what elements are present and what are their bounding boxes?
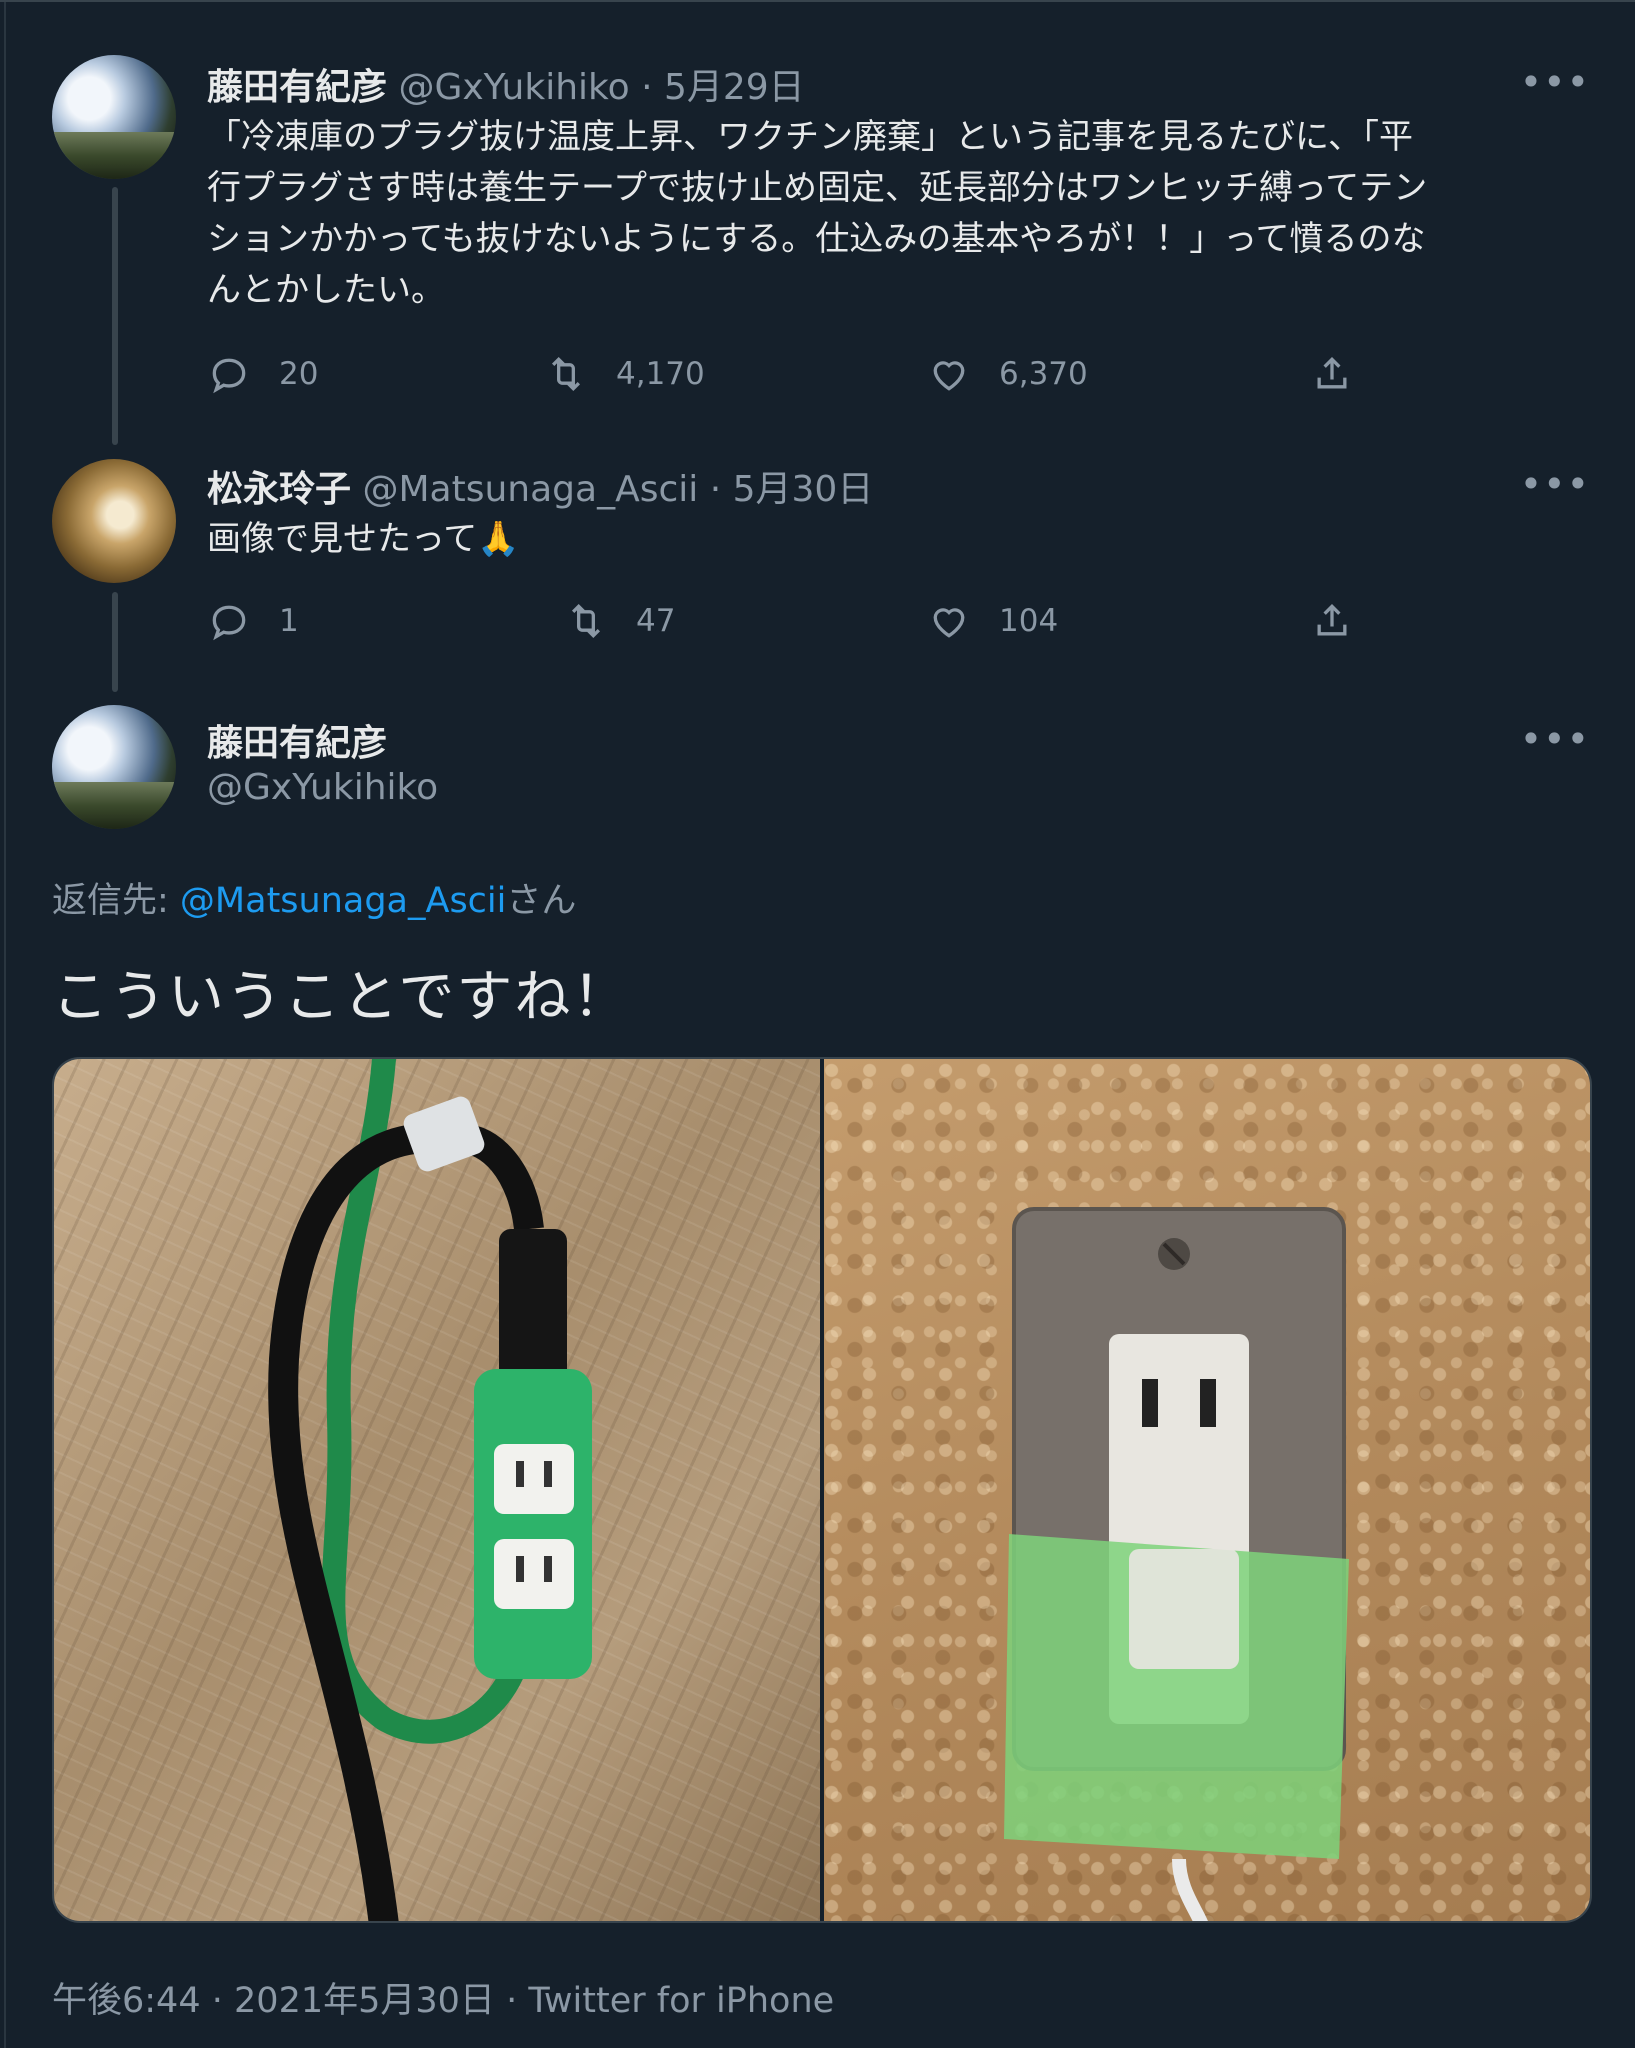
tweet-text: 画像で見せたって🙏 (207, 519, 520, 559)
reply-button[interactable]: 20 (207, 352, 318, 396)
reply-count: 1 (279, 603, 299, 639)
separator-dot: · (211, 1981, 223, 2021)
tweet-text: 「冷凍庫のプラグ抜け温度上昇、ワクチン廃棄」という記事を見るたびに、「平 行プラ… (207, 117, 1428, 310)
like-button[interactable]: 6,370 (927, 352, 1088, 396)
tweet-actions: 20 4,170 6,370 (207, 352, 1357, 402)
extension-cord-illustration (268, 1059, 592, 1921)
more-icon[interactable]: ••• (1520, 63, 1590, 101)
reply-to-line: 返信先: @Matsunaga_Asciiさん (52, 872, 576, 923)
thread-connector-line (112, 592, 118, 692)
tweet-full-date[interactable]: 2021年5月30日 (234, 1981, 495, 2021)
tweet-thread-page: 藤田有紀彦 @GxYukihiko · 5月29日 ••• 「冷凍庫のプラグ抜け… (0, 0, 1635, 2048)
photo-extension-cord[interactable] (54, 1059, 820, 1921)
reply-icon (212, 358, 246, 394)
separator-dot: · (641, 67, 653, 108)
tweet-date[interactable]: 5月29日 (664, 67, 805, 108)
tweet-source[interactable]: Twitter for iPhone (528, 1981, 834, 2021)
user-handle[interactable]: @GxYukihiko (398, 67, 629, 108)
user-handle[interactable]: @GxYukihiko (207, 767, 438, 808)
retweet-count: 4,170 (616, 356, 705, 392)
timeline-border (4, 2, 6, 2048)
tweet-date[interactable]: 5月30日 (733, 469, 874, 510)
reply-icon (212, 605, 246, 641)
photo-wall-outlet[interactable] (824, 1059, 1590, 1921)
retweet-icon (551, 356, 581, 392)
wall-outlet-illustration (1004, 1207, 1349, 1921)
retweet-count: 47 (636, 603, 676, 639)
user-name[interactable]: 松永玲子 (207, 469, 351, 510)
tweet-header: 松永玲子 @Matsunaga_Ascii · 5月30日 (207, 460, 873, 512)
share-icon (1317, 603, 1347, 636)
separator-dot: · (709, 469, 722, 510)
retweet-button[interactable]: 4,170 (544, 352, 705, 396)
share-button[interactable] (1310, 352, 1382, 396)
user-handle[interactable]: @Matsunaga_Ascii (362, 469, 698, 510)
tweet-actions: 1 47 104 (207, 599, 1357, 649)
retweet-icon (571, 603, 601, 639)
tweet-header: 藤田有紀彦 @GxYukihiko · 5月29日 (207, 58, 805, 110)
main-tweet-text: こういうことですね！ (52, 965, 631, 1030)
share-icon (1317, 356, 1347, 389)
like-count: 6,370 (999, 356, 1088, 392)
avatar[interactable] (52, 55, 176, 179)
tweet-header: 藤田有紀彦 (207, 714, 387, 766)
thread-connector-line (112, 187, 118, 445)
tweet-handle-row: @GxYukihiko (207, 767, 438, 808)
reply-to-suffix: さん (506, 881, 577, 921)
like-icon (933, 608, 965, 638)
more-icon[interactable]: ••• (1520, 465, 1590, 503)
more-icon[interactable]: ••• (1520, 720, 1590, 758)
tweet-metadata: 午後6:44 · 2021年5月30日 · Twitter for iPhone (52, 1972, 834, 2023)
reply-to-label: 返信先: (52, 881, 180, 921)
like-count: 104 (999, 603, 1059, 639)
share-button[interactable] (1310, 599, 1382, 643)
avatar[interactable] (52, 459, 176, 583)
avatar[interactable] (52, 705, 176, 829)
tweet-time[interactable]: 午後6:44 (52, 1981, 201, 2021)
separator-dot: · (506, 1981, 518, 2021)
reply-button[interactable]: 1 (207, 599, 299, 643)
like-icon (933, 361, 965, 391)
like-button[interactable]: 104 (927, 599, 1058, 643)
reply-count: 20 (279, 356, 319, 392)
user-name[interactable]: 藤田有紀彦 (207, 67, 387, 108)
user-name[interactable]: 藤田有紀彦 (207, 723, 387, 764)
retweet-button[interactable]: 47 (564, 599, 675, 643)
media-grid (52, 1057, 1592, 1923)
reply-mention-link[interactable]: @Matsunaga_Ascii (180, 881, 506, 921)
